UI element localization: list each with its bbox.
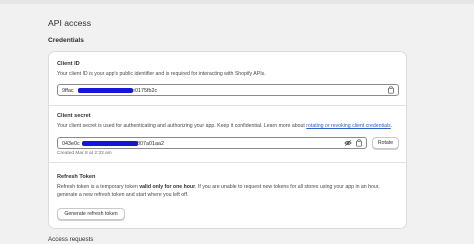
client-id-value-end: e0175fb2c xyxy=(132,87,158,94)
client-secret-description: Your client secret is used for authentic… xyxy=(57,123,393,129)
refresh-token-description-line2: generate a new refresh token and start w… xyxy=(57,192,189,198)
eye-slash-icon[interactable] xyxy=(344,139,352,147)
page-title: API access xyxy=(48,18,91,28)
client-id-value-start: 9ffac xyxy=(62,87,74,94)
client-secret-value-start: 043e0c xyxy=(62,140,80,147)
access-requests-heading: Access requests xyxy=(48,236,94,243)
credentials-heading: Credentials xyxy=(48,37,84,44)
credentials-card: Client ID Your client ID is your app's p… xyxy=(48,51,407,229)
client-id-description: Your client ID is your app's public iden… xyxy=(57,71,266,77)
rotate-button[interactable]: Rotate xyxy=(372,137,399,149)
redaction-mark xyxy=(82,141,138,146)
refresh-token-heading: Refresh Token xyxy=(57,174,96,180)
redaction-mark xyxy=(78,88,133,93)
copy-icon[interactable] xyxy=(355,139,363,147)
rotate-revoke-link[interactable]: rotating or revoking client credentials xyxy=(306,123,390,129)
created-date: Created Mar 8 at 2:33 am xyxy=(57,151,112,156)
refresh-token-description-line1: Refresh token is a temporary token valid… xyxy=(57,184,380,190)
client-id-heading: Client ID xyxy=(57,61,80,67)
divider xyxy=(49,162,406,163)
top-border xyxy=(0,0,474,4)
client-secret-value-end: 807a01aa2 xyxy=(137,140,164,147)
generate-refresh-token-button[interactable]: Generate refresh token xyxy=(57,208,125,220)
client-id-field[interactable]: 9ffac e0175fb2c xyxy=(57,84,399,96)
copy-icon[interactable] xyxy=(387,86,395,94)
client-secret-heading: Client secret xyxy=(57,113,91,119)
divider xyxy=(49,105,406,106)
client-secret-field[interactable]: 043e0c 807a01aa2 xyxy=(57,137,367,149)
